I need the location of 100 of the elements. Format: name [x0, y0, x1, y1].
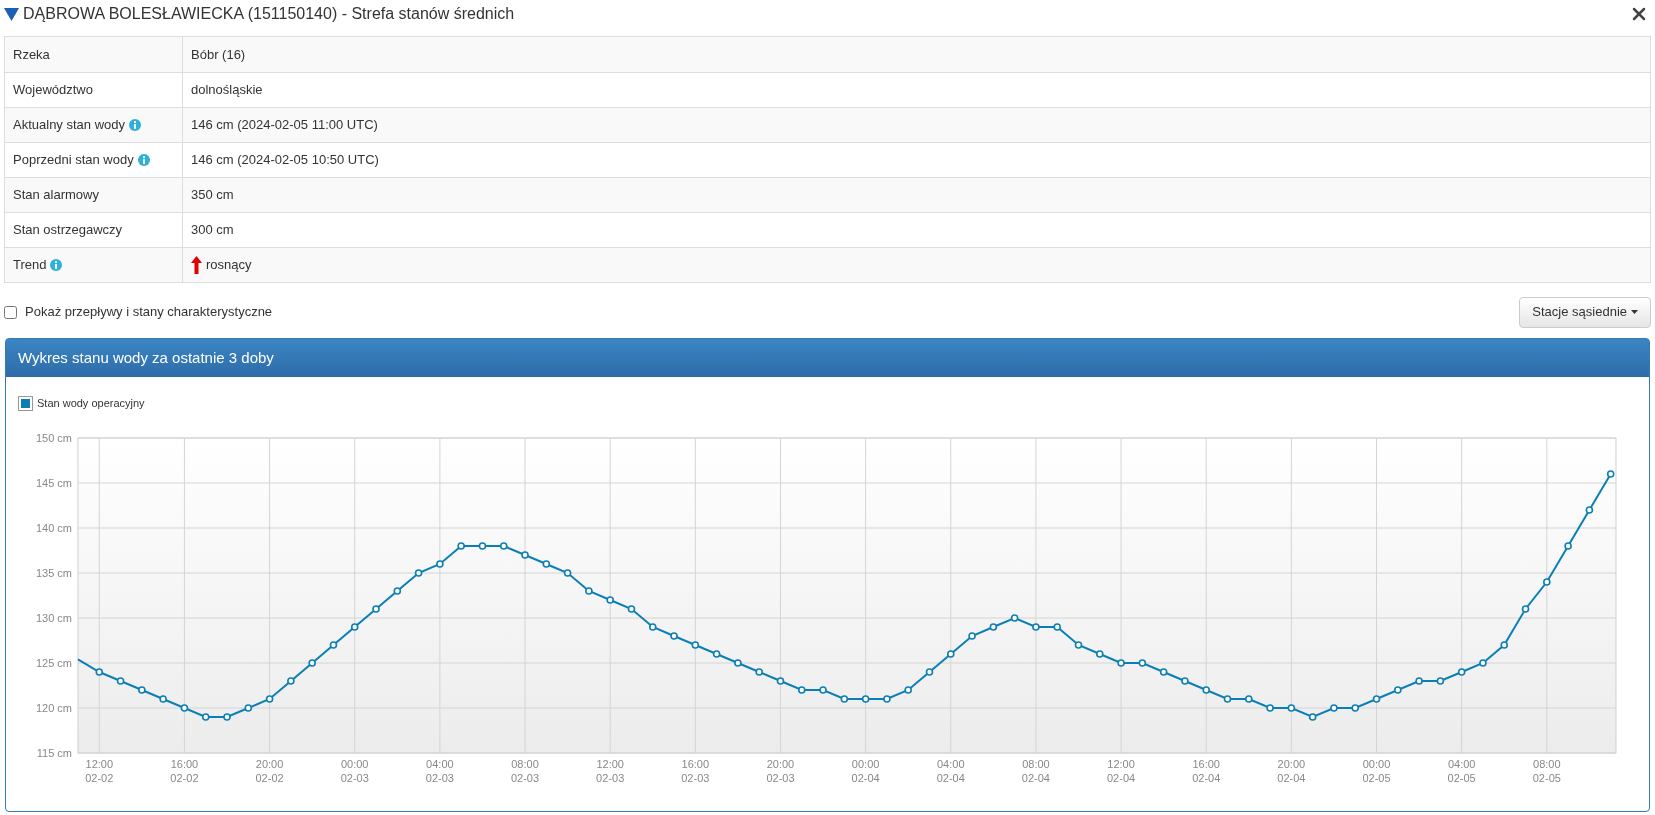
data-point [521, 551, 529, 559]
x-axis-label: 16:00 02-03 [681, 758, 710, 784]
data-point [350, 623, 359, 631]
y-axis-label: 150 cm [35, 432, 72, 444]
data-point [1372, 695, 1381, 703]
data-point [776, 677, 785, 685]
row-value: Bóbr (16) [191, 45, 246, 64]
data-point [329, 641, 338, 649]
x-axis-label: 12:00 02-03 [596, 758, 625, 784]
row-label: Stan ostrzegawczy [13, 221, 123, 240]
data-point [883, 695, 891, 703]
x-axis-label: 20:00 02-02 [255, 758, 284, 784]
caret-icon [1631, 310, 1638, 314]
data-point [968, 632, 976, 640]
checkbox-label: Pokaż przepływy i stany charakterystyczne [25, 303, 273, 322]
data-point [457, 542, 465, 550]
data-point [1223, 695, 1232, 703]
data-point [1287, 704, 1296, 712]
info-icon[interactable] [129, 119, 141, 131]
neighbour-stations-dropdown[interactable]: Stacje sąsiednie [1519, 296, 1651, 328]
panel-title: Wykres stanu wody za ostatnie 3 doby [6, 339, 1649, 377]
data-point [819, 686, 827, 694]
x-axis-label: 04:00 02-03 [425, 758, 454, 784]
x-axis-label: 00:00 02-05 [1362, 758, 1391, 784]
x-axis-label: 16:00 02-04 [1192, 758, 1221, 784]
x-axis-label: 20:00 02-04 [1277, 758, 1306, 784]
data-point [1181, 677, 1189, 685]
data-point [223, 713, 231, 721]
data-point [159, 695, 167, 703]
data-point [1585, 506, 1594, 514]
data-point [138, 686, 146, 694]
x-axis-label: 16:00 02-02 [170, 758, 199, 784]
data-point [989, 623, 998, 631]
data-point [1521, 605, 1530, 613]
data-point [478, 542, 487, 550]
y-axis-label: 130 cm [35, 612, 72, 624]
data-point [1543, 578, 1551, 586]
row-value: rosnący [206, 256, 252, 275]
row-label: Trend [13, 256, 47, 275]
data-point [1159, 668, 1168, 676]
x-axis-label: 12:00 02-02 [85, 758, 114, 784]
row-label: Rzeka [13, 45, 50, 64]
checkbox[interactable] [4, 305, 17, 319]
data-point [585, 587, 593, 595]
data-point [1564, 542, 1572, 550]
data-point [563, 569, 572, 577]
data-point [925, 668, 934, 676]
data-point [691, 641, 700, 649]
data-point [648, 623, 657, 631]
data-point [1415, 677, 1423, 685]
data-point [1053, 623, 1061, 631]
data-point [1117, 659, 1125, 667]
row-label: Aktualny stan wody [13, 116, 125, 135]
x-axis-label: 20:00 02-03 [766, 758, 795, 784]
data-point [1245, 695, 1253, 703]
data-point [840, 695, 849, 703]
data-point [308, 659, 316, 667]
data-point [1074, 641, 1083, 649]
x-axis-label: 08:00 02-05 [1532, 758, 1561, 784]
data-point [1330, 704, 1338, 712]
data-point [734, 659, 742, 667]
x-axis-label: 04:00 02-05 [1447, 758, 1476, 784]
data-point [797, 686, 806, 694]
x-axis-label: 04:00 02-04 [936, 758, 965, 784]
row-value: 300 cm [191, 221, 234, 240]
data-point [1010, 614, 1019, 622]
data-point [1394, 686, 1402, 694]
legend-swatch[interactable] [18, 395, 33, 411]
data-point [436, 560, 444, 568]
data-point [1457, 668, 1466, 676]
x-axis-label: 08:00 02-04 [1021, 758, 1050, 784]
y-axis-label: 135 cm [35, 567, 72, 579]
info-icon[interactable] [137, 154, 150, 166]
data-point [904, 686, 912, 694]
data-point [1266, 704, 1274, 712]
data-point [1436, 677, 1445, 685]
data-point [414, 569, 423, 577]
data-point [1500, 641, 1509, 649]
data-point [201, 713, 210, 721]
data-point [393, 587, 402, 595]
row-value: 350 cm [191, 186, 234, 205]
data-point [1308, 713, 1317, 721]
row-label: Województwo [13, 81, 93, 100]
info-icon[interactable] [50, 259, 63, 271]
data-point [244, 704, 253, 712]
data-point [606, 596, 614, 604]
collapse-triangle-icon[interactable] [4, 7, 19, 21]
x-axis-label: 00:00 02-03 [340, 758, 369, 784]
y-axis-label: 140 cm [35, 522, 72, 534]
data-point [499, 542, 508, 550]
data-point [670, 632, 678, 640]
y-axis-label: 125 cm [35, 657, 72, 669]
y-axis-label: 145 cm [35, 477, 72, 489]
x-axis-label: 00:00 02-04 [851, 758, 880, 784]
data-point [287, 677, 295, 685]
data-point [542, 560, 551, 568]
data-point [1202, 686, 1210, 694]
data-point [265, 695, 274, 703]
window-title: DĄBROWA BOLESŁAWIECKA (151150140) - Strefa stanów średnich [23, 4, 515, 24]
data-point [372, 605, 380, 613]
